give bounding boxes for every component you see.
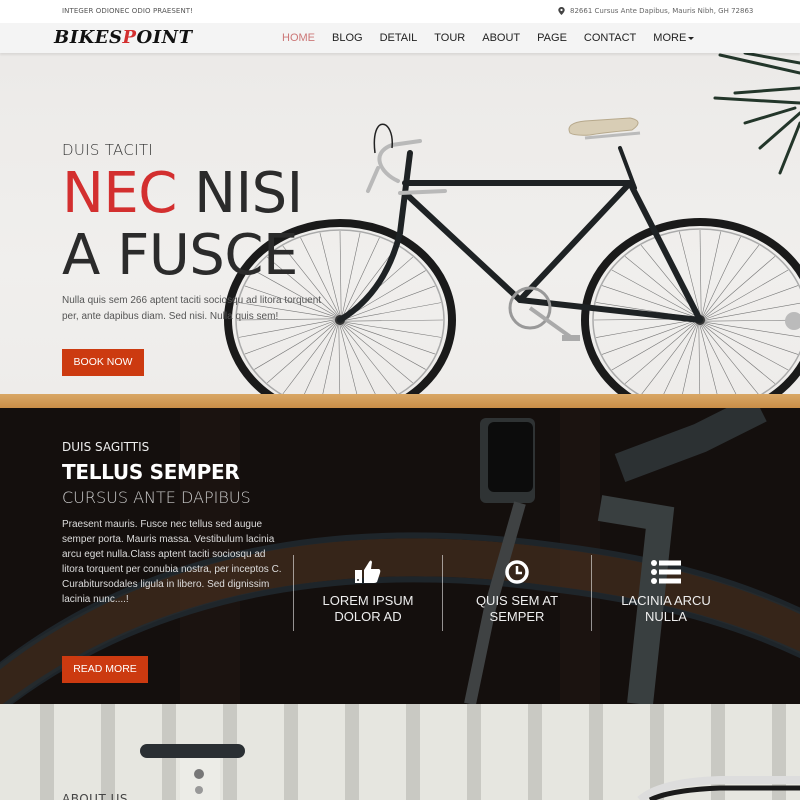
features-section: DUIS SAGITTIS TELLUS SEMPER CURSUS ANTE … [0,408,800,704]
spoke [701,323,776,384]
spoke [703,285,799,320]
section2-subtitle: DUIS SAGITTIS [62,440,150,454]
hero-description: Nulla quis sem 266 aptent taciti sociosq… [62,295,322,322]
top-bar: INTEGER ODIONEC ODIO PRAESENT! 82661 Cur… [0,0,800,23]
address-text: 82661 Cursus Ante Dapibus, Mauris Nibh, … [570,7,754,15]
feature-line1: LOREM IPSUM [322,593,414,608]
hero-title: NEC NISI A FUSCE [62,163,337,287]
read-more-button[interactable]: READ MORE [62,656,148,683]
section2-body: Praesent mauris. Fusce nec tellus sed au… [62,519,282,605]
hero-section: DUIS TACITI NEC NISI A FUSCE Nulla quis … [0,53,800,408]
spoke [700,323,760,396]
door-slat [589,704,603,800]
hero-title-rest: NISI [176,161,303,226]
feature-list: LOREM IPSUM DOLOR AD QUIS SEM AT SEMPER LA… [293,555,740,631]
spoke [640,322,698,396]
feature-line2: NULLA [645,609,687,624]
features-text: DUIS SAGITTIS TELLUS SEMPER CURSUS ANTE … [62,440,282,607]
thumbs-up-icon [355,560,381,583]
spoke [339,230,342,317]
nav-home[interactable]: HOME [282,32,315,44]
nav-about[interactable]: ABOUT [482,32,520,44]
spoke [342,245,398,318]
door-slat [284,704,298,800]
caret-down-icon [688,36,695,40]
nav-detail[interactable]: DETAIL [380,32,418,44]
hero-text: DUIS TACITI NEC NISI A FUSCE Nulla quis … [62,141,337,325]
address: 82661 Cursus Ante Dapibus, Mauris Nibh, … [558,7,753,15]
spoke [601,320,697,355]
spoke [343,321,442,338]
spoke [266,321,337,384]
door-slat [101,704,115,800]
door-slat [40,704,54,800]
clock-icon [505,560,529,584]
spoke [254,320,337,370]
book-now-button[interactable]: BOOK NOW [62,349,144,376]
nav-blog[interactable]: BLOG [332,32,363,44]
spoke [244,320,337,355]
nav-more[interactable]: MORE [653,32,695,44]
hero-subtitle: DUIS TACITI [62,141,154,159]
section2-subheading: CURSUS ANTE DAPIBUS [62,488,251,507]
spoke [703,256,776,319]
feature-item[interactable]: LOREM IPSUM DOLOR AD [293,555,442,631]
spoke [703,269,789,320]
spoke [702,236,741,318]
spoke [624,256,699,317]
door-slat [406,704,420,800]
feature-line1: QUIS SEM AT [475,593,559,608]
section2-title: TELLUS SEMPER [62,460,240,484]
feature-line1: LACINIA ARCU [621,593,711,608]
spoke [624,321,697,384]
list-icon [651,560,681,584]
spoke [343,285,436,320]
feature-item[interactable]: LACINIA ARCU NULLA [591,555,740,631]
wooden-floor [0,394,800,408]
spoke [341,323,414,384]
navbar: BIKESPOINT HOME BLOG DETAIL TOUR ABOUT P… [0,23,800,53]
spoke [701,231,721,317]
plant-leaves [713,53,800,175]
nav-more-label: MORE [653,32,687,44]
main-nav: HOME BLOG DETAIL TOUR ABOUT PAGE CONTACT… [282,23,695,53]
about-section: ABOUT US [0,704,800,800]
spoke [703,321,800,338]
door-slat [345,704,359,800]
about-us-heading: ABOUT US [62,792,129,800]
spoke [700,323,741,404]
logo[interactable]: BIKESPOINT [54,27,193,48]
feature-item[interactable]: QUIS SEM AT SEMPER [442,555,591,631]
door-slat [467,704,481,800]
feature-line2: DOLOR AD [334,609,402,624]
spoke [300,322,338,403]
logo-part1: BIKES [54,27,123,48]
door-slat [528,704,542,800]
feature-line2: SEMPER [489,609,545,624]
spoke [343,319,444,322]
hero-title-red: NEC [62,161,177,226]
garage-door-background [0,704,800,800]
tagline: INTEGER ODIONEC ODIO PRAESENT! [62,7,194,15]
spoke [340,323,380,403]
spoke [282,322,338,395]
spoke [659,322,698,404]
nav-tour[interactable]: TOUR [434,32,465,44]
rear-wheel [581,218,800,408]
hero-title-line2: A FUSCE [62,223,298,288]
logo-part2: OINT [136,27,193,48]
spoke [611,320,697,371]
nav-contact[interactable]: CONTACT [584,32,636,44]
spoke [702,244,760,318]
logo-p: P [122,27,137,48]
spoke [699,229,702,317]
nav-page[interactable]: PAGE [537,32,567,44]
spoke [340,323,398,395]
map-marker-icon [558,7,565,15]
